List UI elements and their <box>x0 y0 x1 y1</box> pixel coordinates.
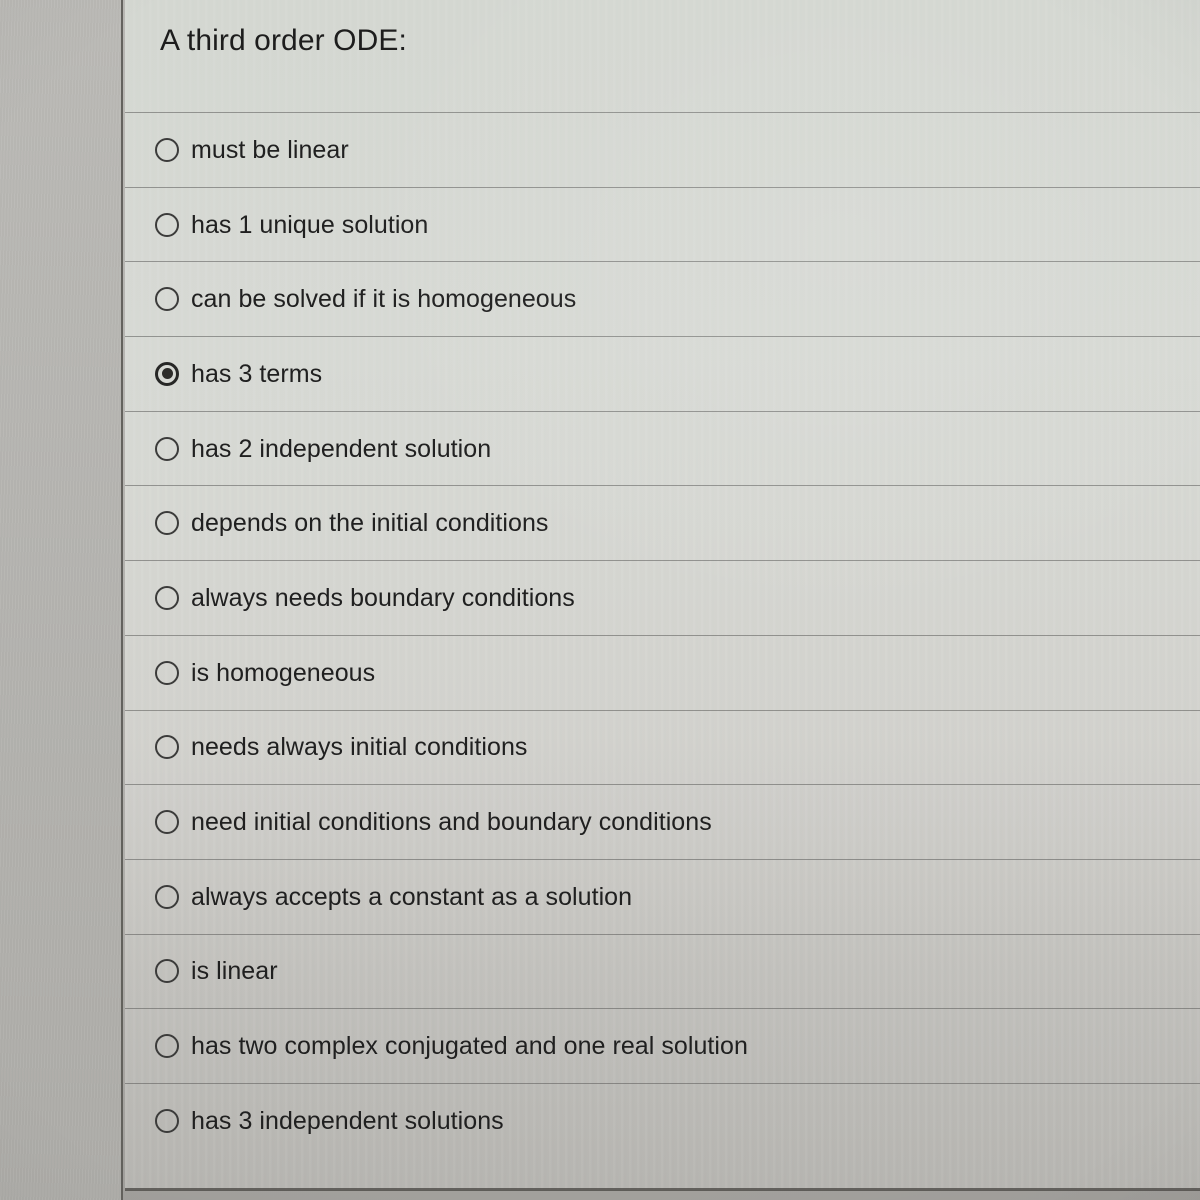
option-label: need initial conditions and boundary con… <box>191 808 712 837</box>
option-label: always needs boundary conditions <box>191 583 575 612</box>
screen-bottom-border <box>125 1188 1200 1191</box>
option-row[interactable]: must be linear <box>125 112 1200 187</box>
option-row[interactable]: depends on the initial conditions <box>125 485 1200 560</box>
option-row[interactable]: has two complex conjugated and one real … <box>125 1008 1200 1083</box>
radio-unselected-icon[interactable] <box>155 137 179 162</box>
options-list: must be linear has 1 unique solution can b… <box>125 112 1200 1158</box>
option-row[interactable]: has 3 independent solutions <box>125 1082 1200 1158</box>
photo-of-screen: A third order ODE: must be linear has 1 u… <box>0 0 1200 1200</box>
option-row[interactable]: always accepts a constant as a solution <box>125 858 1200 934</box>
radio-unselected-icon[interactable] <box>155 660 179 685</box>
option-label: is homogeneous <box>191 658 376 687</box>
radio-unselected-icon[interactable] <box>155 810 179 835</box>
option-row[interactable]: has 1 unique solution <box>125 186 1200 262</box>
option-label: has 3 terms <box>191 359 323 388</box>
option-row[interactable]: can be solved if it is homogeneous <box>125 261 1200 336</box>
option-label: depends on the initial conditions <box>191 509 549 538</box>
option-row[interactable]: has 2 independent solution <box>125 410 1200 486</box>
radio-unselected-icon[interactable] <box>155 959 179 984</box>
radio-unselected-icon[interactable] <box>155 511 179 536</box>
quiz-screen-panel: A third order ODE: must be linear has 1 u… <box>125 0 1200 1190</box>
option-row[interactable]: is linear <box>125 933 1200 1009</box>
option-label: always accepts a constant as a solution <box>191 882 633 911</box>
radio-unselected-icon[interactable] <box>155 436 179 461</box>
option-label: has 2 independent solution <box>191 434 492 463</box>
option-label: has 1 unique solution <box>191 210 429 239</box>
option-row[interactable]: always needs boundary conditions <box>125 560 1200 635</box>
option-label: must be linear <box>191 135 349 164</box>
option-row[interactable]: need initial conditions and boundary con… <box>125 784 1200 859</box>
radio-unselected-icon[interactable] <box>155 212 179 237</box>
option-label: has 3 independent solutions <box>191 1106 504 1135</box>
option-row[interactable]: needs always initial conditions <box>125 709 1200 785</box>
option-label: can be solved if it is homogeneous <box>191 285 577 314</box>
option-row[interactable]: is homogeneous <box>125 634 1200 710</box>
left-gutter <box>0 0 123 1200</box>
radio-unselected-icon[interactable] <box>155 884 179 909</box>
radio-unselected-icon[interactable] <box>155 1034 179 1059</box>
radio-selected-icon[interactable] <box>155 361 179 386</box>
radio-unselected-icon[interactable] <box>155 287 179 312</box>
radio-unselected-icon[interactable] <box>155 735 179 760</box>
option-label: needs always initial conditions <box>191 733 528 762</box>
radio-unselected-icon[interactable] <box>155 585 179 610</box>
radio-unselected-icon[interactable] <box>155 1108 179 1133</box>
option-row[interactable]: has 3 terms <box>125 336 1200 411</box>
option-label: has two complex conjugated and one real … <box>191 1032 748 1061</box>
question-title: A third order ODE: <box>160 24 407 57</box>
option-label: is linear <box>191 957 278 986</box>
